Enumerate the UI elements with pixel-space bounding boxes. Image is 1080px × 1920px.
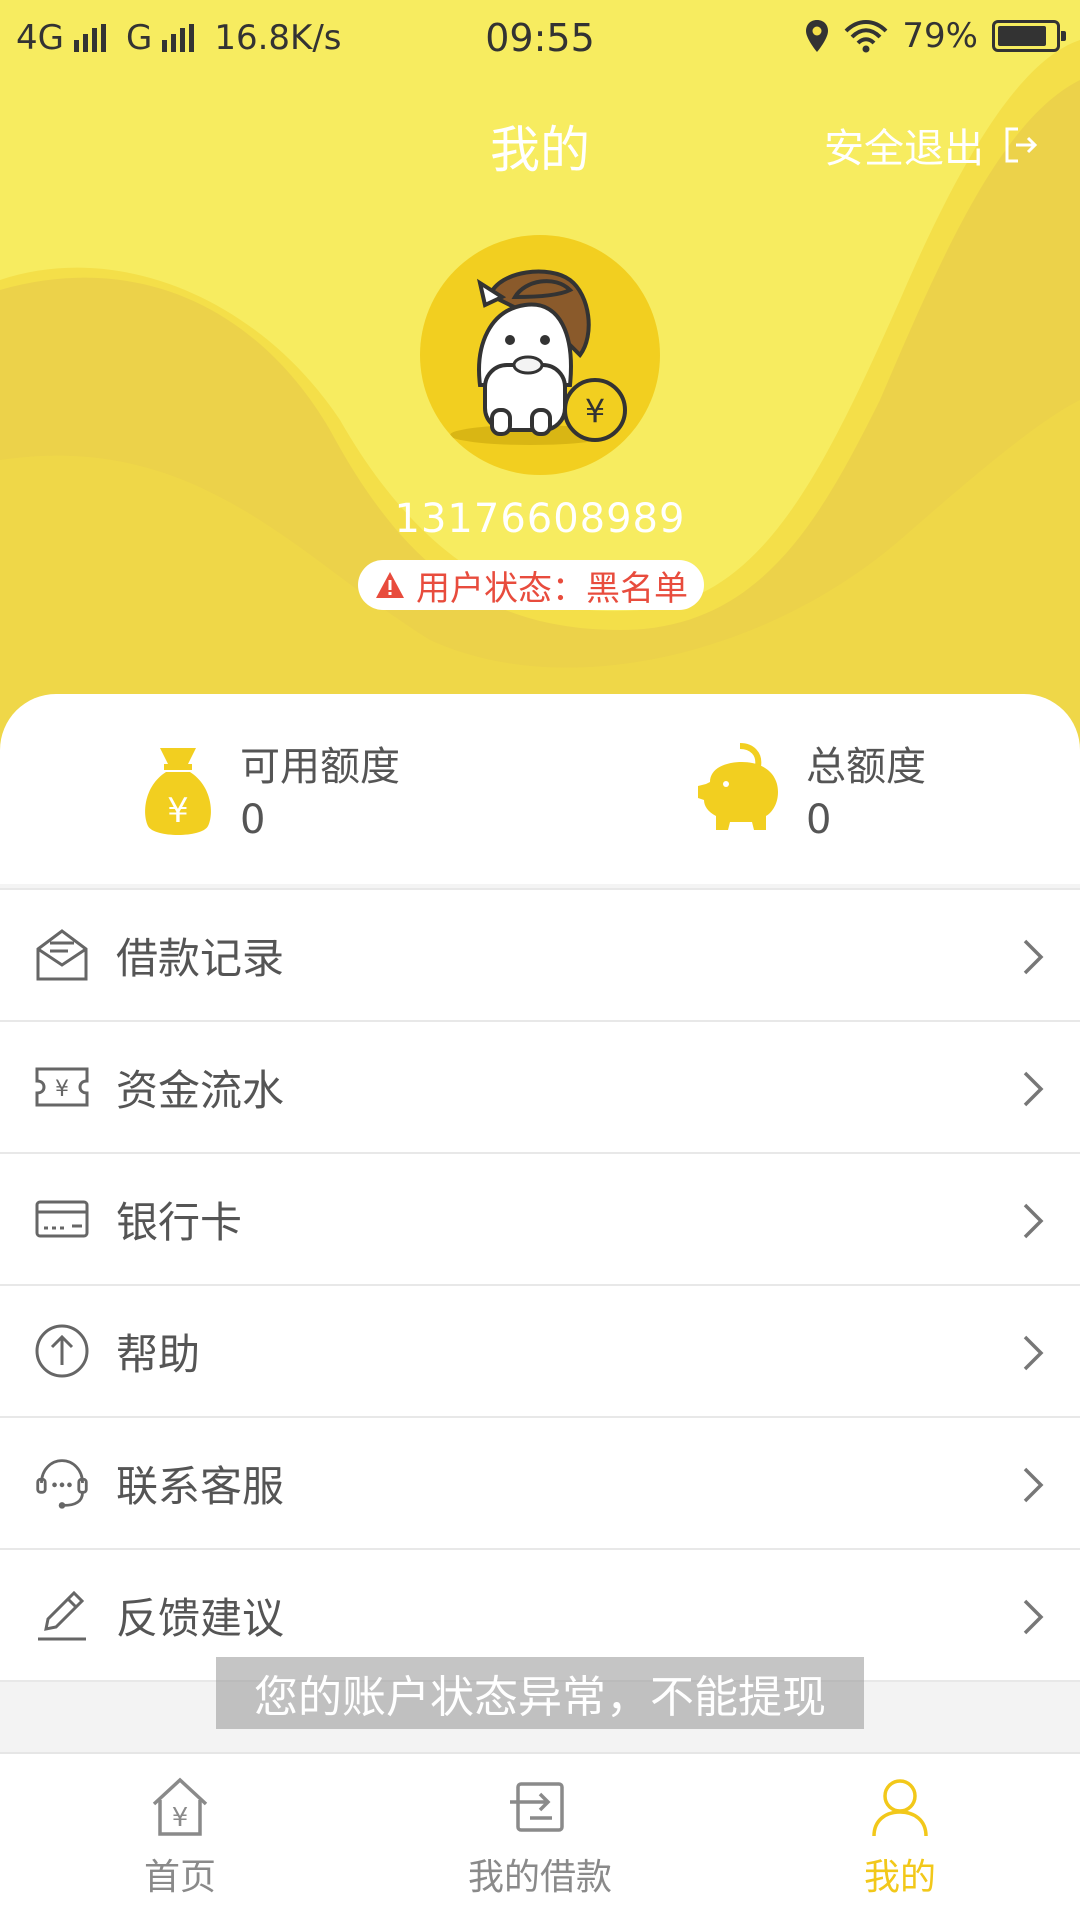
card-icon [34, 1191, 90, 1247]
logout-label: 安全退出 [824, 126, 984, 172]
headset-icon [34, 1455, 90, 1511]
menu-list: 借款记录 ¥ 资金流水 银行卡 帮助 联系客服 反馈建议 [0, 888, 1080, 1680]
available-credit-value: 0 [240, 797, 266, 843]
logout-icon [1005, 127, 1038, 163]
menu-item-bank-card[interactable]: 银行卡 [0, 1152, 1080, 1284]
chevron-right-icon [1023, 1467, 1044, 1503]
total-credit: 总额度 0 [696, 742, 926, 848]
svg-text:¥: ¥ [585, 392, 605, 430]
tab-mine[interactable]: 我的 [780, 1776, 1020, 1900]
user-status-text: 用户状态：黑名单 [416, 568, 688, 609]
toast-message: 您的账户状态异常，不能提现 [216, 1657, 864, 1729]
chevron-right-icon [1023, 1071, 1044, 1107]
warning-icon [376, 572, 404, 598]
credit-summary: ¥ 可用额度 0 总额度 0 [0, 694, 1080, 884]
avatar[interactable]: ¥ [420, 235, 660, 475]
location-icon [806, 20, 829, 52]
piggy-bank-icon [698, 743, 778, 830]
battery-icon [992, 20, 1066, 52]
mail-icon [34, 927, 90, 983]
bottom-tab-bar: ¥ 首页 我的借款 我的 [0, 1752, 1080, 1920]
menu-item-label: 反馈建议 [116, 1593, 285, 1643]
chevron-right-icon [1023, 1203, 1044, 1239]
battery-percent: 79% [902, 16, 978, 56]
menu-item-fund-flow[interactable]: ¥ 资金流水 [0, 1020, 1080, 1152]
user-status-badge: 用户状态：黑名单 [358, 560, 704, 610]
total-credit-value: 0 [806, 797, 832, 843]
status-bar: 4G G 16.8K/s 09:55 79% [0, 0, 1080, 76]
logout-button[interactable]: 安全退出 [824, 116, 1038, 174]
chevron-right-icon [1023, 1599, 1044, 1635]
tab-home-label: 首页 [143, 1857, 216, 1898]
svg-text:¥: ¥ [167, 791, 189, 831]
svg-text:¥: ¥ [55, 1077, 69, 1102]
menu-item-label: 资金流水 [116, 1065, 285, 1115]
user-icon [872, 1779, 928, 1837]
home-yen-icon: ¥ [152, 1777, 208, 1836]
menu-item-label: 借款记录 [116, 933, 285, 983]
tab-my-loans-label: 我的借款 [467, 1857, 612, 1898]
chevron-right-icon [1023, 939, 1044, 975]
tab-home[interactable]: ¥ 首页 [60, 1776, 300, 1900]
svg-text:¥: ¥ [172, 1803, 189, 1833]
pencil-icon [34, 1587, 90, 1643]
total-credit-label: 总额度 [806, 744, 926, 790]
money-bag-icon: ¥ [145, 748, 211, 835]
available-credit: ¥ 可用额度 0 [140, 742, 400, 848]
tab-mine-label: 我的 [863, 1857, 936, 1898]
menu-item-loan-records[interactable]: 借款记录 [0, 888, 1080, 1020]
menu-item-label: 银行卡 [116, 1197, 243, 1247]
wifi-icon [845, 20, 888, 53]
tab-my-loans[interactable]: 我的借款 [420, 1776, 660, 1900]
menu-item-help[interactable]: 帮助 [0, 1284, 1080, 1416]
menu-item-label: 联系客服 [116, 1461, 285, 1511]
available-credit-label: 可用额度 [240, 744, 400, 790]
chevron-right-icon [1023, 1335, 1044, 1371]
pony-mascot-icon: ¥ [450, 269, 627, 445]
ticket-yen-icon: ¥ [34, 1059, 90, 1115]
loan-icon [510, 1782, 564, 1832]
menu-item-customer-service[interactable]: 联系客服 [0, 1416, 1080, 1548]
phone-number: 13176608989 [394, 496, 686, 542]
menu-item-label: 帮助 [116, 1329, 201, 1379]
arrow-up-circle-icon [34, 1323, 90, 1379]
